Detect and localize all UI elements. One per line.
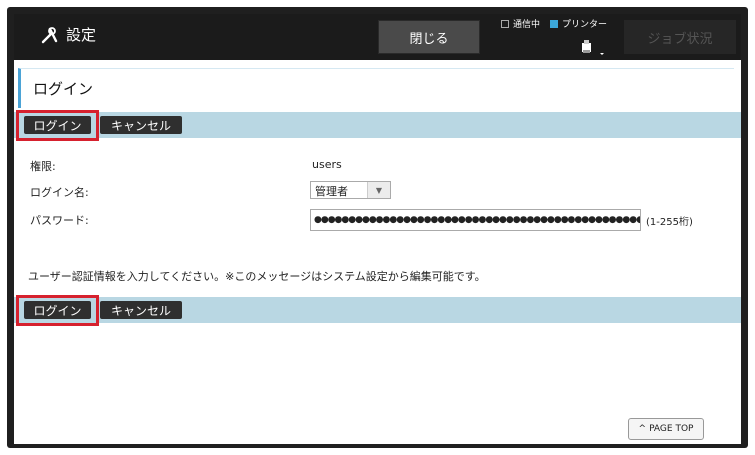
comm-indicator-icon [501, 19, 509, 28]
login-name-value: 管理者 [315, 185, 348, 198]
page-title: 設定 [40, 24, 96, 45]
authority-value: users [312, 158, 342, 171]
main-content: ログイン ログイン キャンセル 権限: users ログイン名: 管理者 ▼ パ… [14, 68, 741, 444]
panel-screen: 設定 閉じる 通信中 プリンター ジョブ状況 ログイン ログイン キャンセル 権… [14, 14, 741, 444]
button-bar-bottom: ログイン キャンセル [14, 297, 741, 323]
authority-label: 権限: [30, 160, 56, 173]
password-field[interactable]: ●●●●●●●●●●●●●●●●●●●●●●●●●●●●●●●●●●●●●●●●… [310, 209, 641, 231]
info-message: ユーザー認証情報を入力してください。※このメッセージはシステム設定から編集可能で… [28, 270, 486, 283]
cancel-button-bottom[interactable]: キャンセル [100, 301, 182, 319]
page-top-label: PAGE TOP [649, 424, 694, 434]
login-name-select[interactable]: 管理者 ▼ [310, 181, 391, 199]
highlight-box [16, 110, 99, 141]
page-top-button[interactable]: ^ PAGE TOP [628, 418, 704, 440]
comm-status-label: 通信中 [513, 20, 541, 30]
section-heading: ログイン [18, 68, 734, 108]
printer-icon[interactable] [580, 40, 608, 62]
highlight-box-bottom [16, 295, 99, 326]
cancel-button[interactable]: キャンセル [100, 116, 182, 134]
chevron-up-icon: ^ [638, 424, 647, 434]
printer-indicator-icon [550, 19, 559, 28]
status-indicators: 通信中 プリンター [501, 17, 607, 30]
chevron-down-icon: ▼ [367, 182, 390, 198]
password-label: パスワード: [30, 214, 89, 227]
button-bar-top: ログイン キャンセル [14, 112, 741, 138]
title-text: 設定 [66, 26, 97, 44]
printer-status-label: プリンター [562, 20, 608, 30]
password-hint: (1-255桁) [646, 217, 693, 228]
close-button[interactable]: 閉じる [378, 20, 480, 54]
login-name-label: ログイン名: [30, 186, 89, 199]
tools-icon [40, 25, 60, 45]
job-status-button[interactable]: ジョブ状況 [624, 20, 736, 54]
top-bar: 設定 閉じる 通信中 プリンター ジョブ状況 [14, 14, 741, 60]
